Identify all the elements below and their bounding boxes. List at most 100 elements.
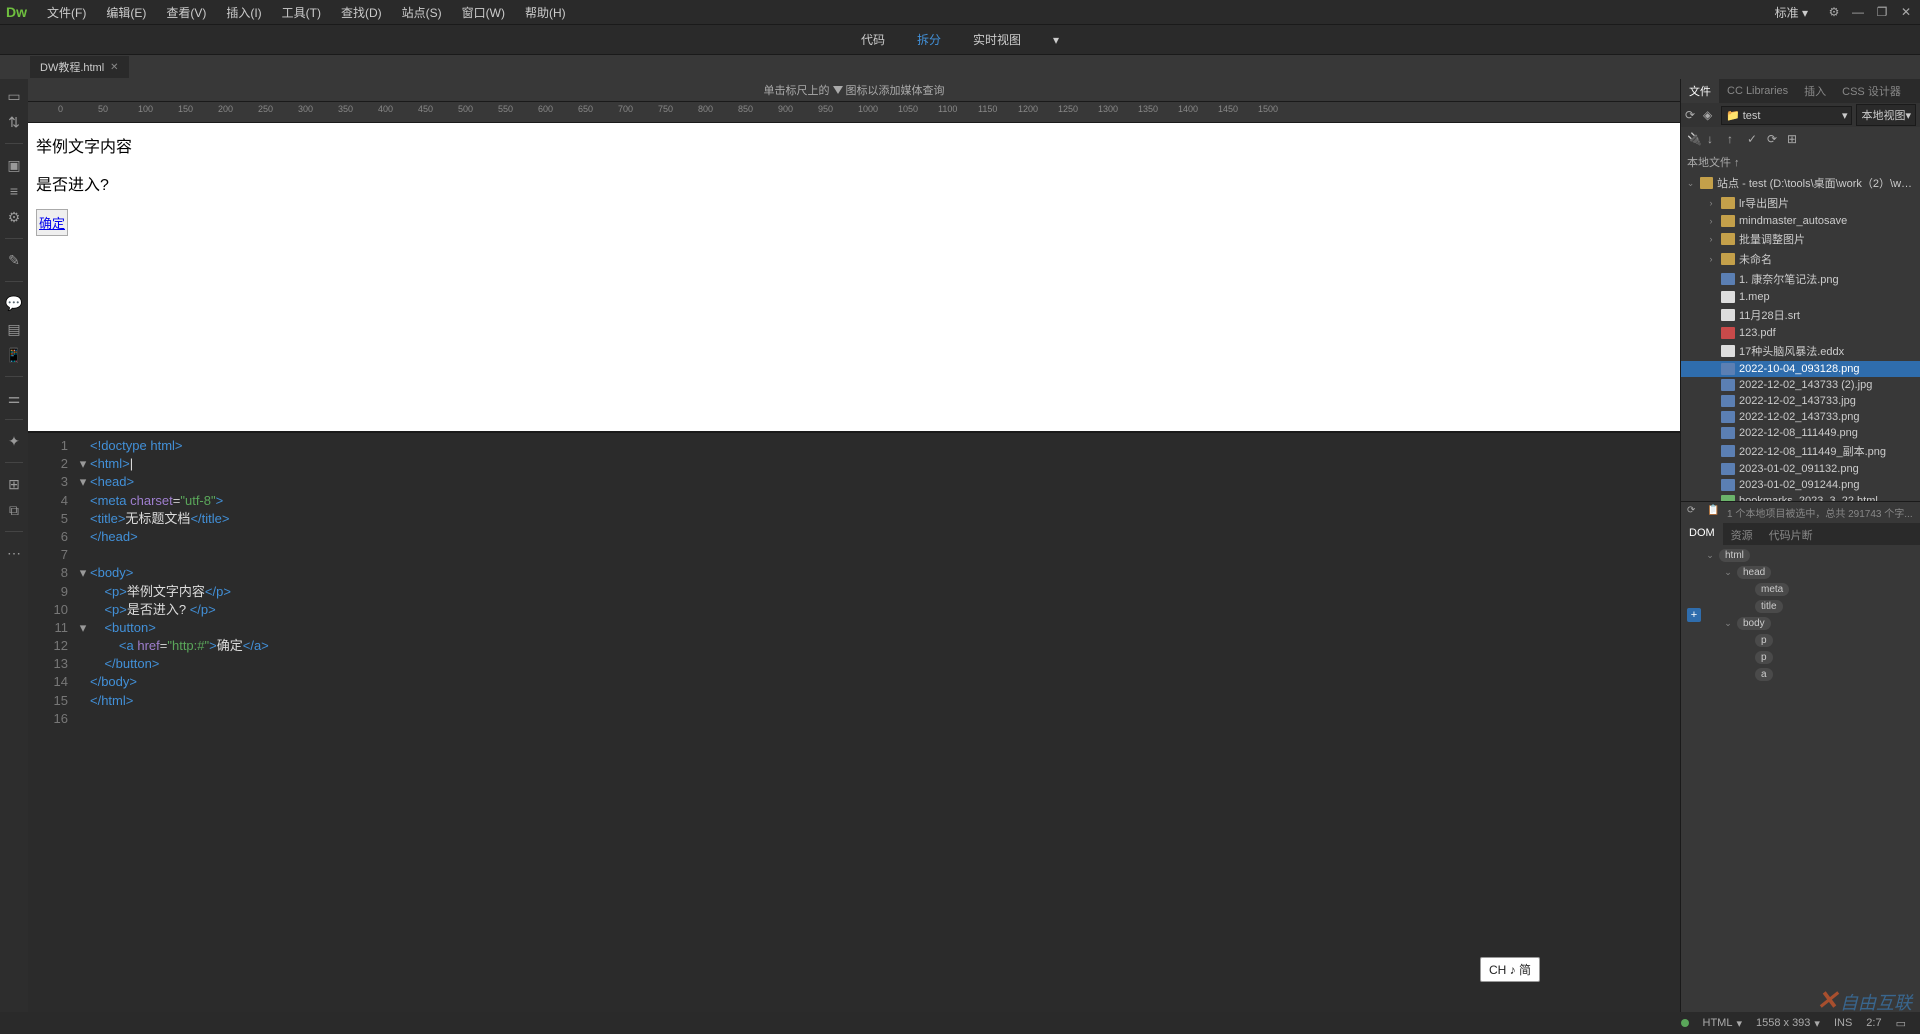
dom-node-body[interactable]: body: [1737, 617, 1771, 630]
code-line[interactable]: 6</head>: [28, 528, 1680, 546]
status-insert-mode[interactable]: INS: [1834, 1017, 1852, 1029]
code-line[interactable]: 2▾<html>|: [28, 455, 1680, 473]
tool-phone-icon[interactable]: 📱: [5, 346, 23, 364]
tree-row[interactable]: 2022-12-08_111449.png: [1681, 425, 1920, 441]
panel-tab-3[interactable]: CSS 设计器: [1834, 79, 1909, 103]
tree-row[interactable]: ›lr导出图片: [1681, 193, 1920, 213]
code-line[interactable]: 3▾<head>: [28, 473, 1680, 491]
code-line[interactable]: 14</body>: [28, 673, 1680, 691]
refresh-icon[interactable]: ⟳: [1767, 132, 1781, 146]
dom-row[interactable]: a: [1703, 666, 1916, 683]
dom-node-p[interactable]: p: [1755, 651, 1773, 664]
layout-dropdown[interactable]: 标准 ▾: [1765, 0, 1818, 25]
tree-row[interactable]: ›批量调整图片: [1681, 229, 1920, 249]
tree-row[interactable]: bookmarks_2023_3_22.html: [1681, 493, 1920, 501]
tree-row[interactable]: ›mindmaster_autosave: [1681, 213, 1920, 229]
ftp-icon[interactable]: ◈: [1703, 108, 1717, 122]
view-live-dropdown-icon[interactable]: ▾: [1045, 29, 1067, 51]
download-icon[interactable]: ↓: [1707, 132, 1721, 146]
tree-row[interactable]: 11月28日.srt: [1681, 305, 1920, 325]
tool-page-icon[interactable]: ▭: [5, 87, 23, 105]
code-line[interactable]: 15</html>: [28, 692, 1680, 710]
dom-tab-2[interactable]: 代码片断: [1761, 523, 1821, 545]
expand-icon[interactable]: ⊞: [1787, 132, 1801, 146]
refresh-status-icon[interactable]: ⟳: [1687, 505, 1701, 519]
tool-select-icon[interactable]: ▣: [5, 156, 23, 174]
menu-i[interactable]: 插入(I): [216, 0, 271, 25]
code-line[interactable]: 4<meta charset="utf-8">: [28, 492, 1680, 510]
status-preview-icon[interactable]: ▭: [1896, 1017, 1906, 1030]
menu-d[interactable]: 查找(D): [331, 0, 392, 25]
menu-v[interactable]: 查看(V): [156, 0, 216, 25]
tool-star-icon[interactable]: ✦: [5, 432, 23, 450]
code-line[interactable]: 8▾<body>: [28, 564, 1680, 582]
tree-row[interactable]: 2022-12-08_111449_副本.png: [1681, 441, 1920, 461]
panel-tab-1[interactable]: CC Libraries: [1719, 81, 1796, 101]
view-live[interactable]: 实时视图: [965, 27, 1029, 52]
status-errors[interactable]: [1681, 1019, 1689, 1027]
log-icon[interactable]: 📋: [1707, 505, 1721, 519]
dom-row[interactable]: ⌄head: [1703, 564, 1916, 581]
code-editor[interactable]: 1<!doctype html>2▾<html>|3▾<head>4<meta …: [28, 433, 1680, 1012]
code-line[interactable]: 1<!doctype html>: [28, 437, 1680, 455]
tool-list-icon[interactable]: ≡: [5, 182, 23, 200]
menu-s[interactable]: 站点(S): [392, 0, 452, 25]
panel-tab-2[interactable]: 插入: [1796, 79, 1834, 103]
file-tree[interactable]: ⌄ 站点 - test (D:\tools\桌面\work（2）\work (.…: [1681, 173, 1920, 501]
dom-node-p[interactable]: p: [1755, 634, 1773, 647]
tree-row[interactable]: 1. 康奈尔笔记法.png: [1681, 269, 1920, 289]
tool-gear-icon[interactable]: ⚙: [5, 208, 23, 226]
tree-row[interactable]: 2022-12-02_143733 (2).jpg: [1681, 377, 1920, 393]
preview-button-link[interactable]: 确定: [39, 216, 65, 231]
dom-node-a[interactable]: a: [1755, 668, 1773, 681]
restore-icon[interactable]: ❐: [1874, 4, 1890, 20]
dom-row[interactable]: title: [1703, 598, 1916, 615]
close-tab-icon[interactable]: ✕: [110, 62, 118, 73]
settings-icon[interactable]: ⚙: [1826, 4, 1842, 20]
tree-row[interactable]: 2023-01-02_091132.png: [1681, 461, 1920, 477]
code-line[interactable]: 11▾ <button>: [28, 619, 1680, 637]
dom-row[interactable]: p: [1703, 632, 1916, 649]
dom-tab-1[interactable]: 资源: [1723, 523, 1761, 545]
upload-icon[interactable]: ↑: [1727, 132, 1741, 146]
dom-row[interactable]: meta: [1703, 581, 1916, 598]
code-line[interactable]: 12 <a href="http:#">确定</a>: [28, 637, 1680, 655]
dom-node-html[interactable]: html: [1719, 549, 1750, 562]
sync-icon[interactable]: ⟳: [1685, 108, 1699, 122]
tool-settings-icon[interactable]: ⚌: [5, 389, 23, 407]
tool-comment-icon[interactable]: ⊞: [5, 475, 23, 493]
status-language[interactable]: HTML ▾: [1703, 1017, 1742, 1030]
minimize-icon[interactable]: —: [1850, 4, 1866, 20]
tool-eyedropper-icon[interactable]: ✎: [5, 251, 23, 269]
dom-node-meta[interactable]: meta: [1755, 583, 1789, 596]
tree-row[interactable]: 2023-01-02_091244.png: [1681, 477, 1920, 493]
dom-tree[interactable]: + ⌄html⌄headmetatitle⌄bodyppa: [1681, 545, 1920, 685]
view-dropdown[interactable]: 本地视图 ▾: [1856, 104, 1916, 126]
tree-row[interactable]: 2022-12-02_143733.png: [1681, 409, 1920, 425]
dom-row[interactable]: ⌄body: [1703, 615, 1916, 632]
tool-chat-icon[interactable]: 💬: [5, 294, 23, 312]
dom-node-title[interactable]: title: [1755, 600, 1783, 613]
code-line[interactable]: 10 <p>是否进入? </p>: [28, 601, 1680, 619]
menu-w[interactable]: 窗口(W): [452, 0, 515, 25]
view-code[interactable]: 代码: [853, 27, 893, 52]
tree-row[interactable]: 1.mep: [1681, 289, 1920, 305]
site-dropdown[interactable]: 📁 test▾: [1721, 106, 1852, 125]
code-line[interactable]: 9 <p>举例文字内容</p>: [28, 583, 1680, 601]
code-line[interactable]: 13 </button>: [28, 655, 1680, 673]
status-dimensions[interactable]: 1558 x 393 ▾: [1756, 1017, 1820, 1030]
dom-tab-0[interactable]: DOM: [1681, 523, 1723, 545]
dom-add-button[interactable]: +: [1687, 608, 1701, 622]
panel-tab-0[interactable]: 文件: [1681, 79, 1719, 103]
tree-row[interactable]: 17种头脑风暴法.eddx: [1681, 341, 1920, 361]
preview-button[interactable]: 确定: [36, 209, 68, 236]
tree-row[interactable]: 2022-12-02_143733.jpg: [1681, 393, 1920, 409]
ruler[interactable]: 0501001502002503003504004505005506006507…: [28, 101, 1680, 123]
live-preview[interactable]: 举例文字内容 是否进入? 确定: [28, 123, 1680, 433]
view-split[interactable]: 拆分: [909, 27, 949, 52]
tree-row[interactable]: 123.pdf: [1681, 325, 1920, 341]
dom-row[interactable]: ⌄html: [1703, 547, 1916, 564]
close-icon[interactable]: ✕: [1898, 4, 1914, 20]
tool-ruler-icon[interactable]: ⇅: [5, 113, 23, 131]
checkout-icon[interactable]: ✓: [1747, 132, 1761, 146]
